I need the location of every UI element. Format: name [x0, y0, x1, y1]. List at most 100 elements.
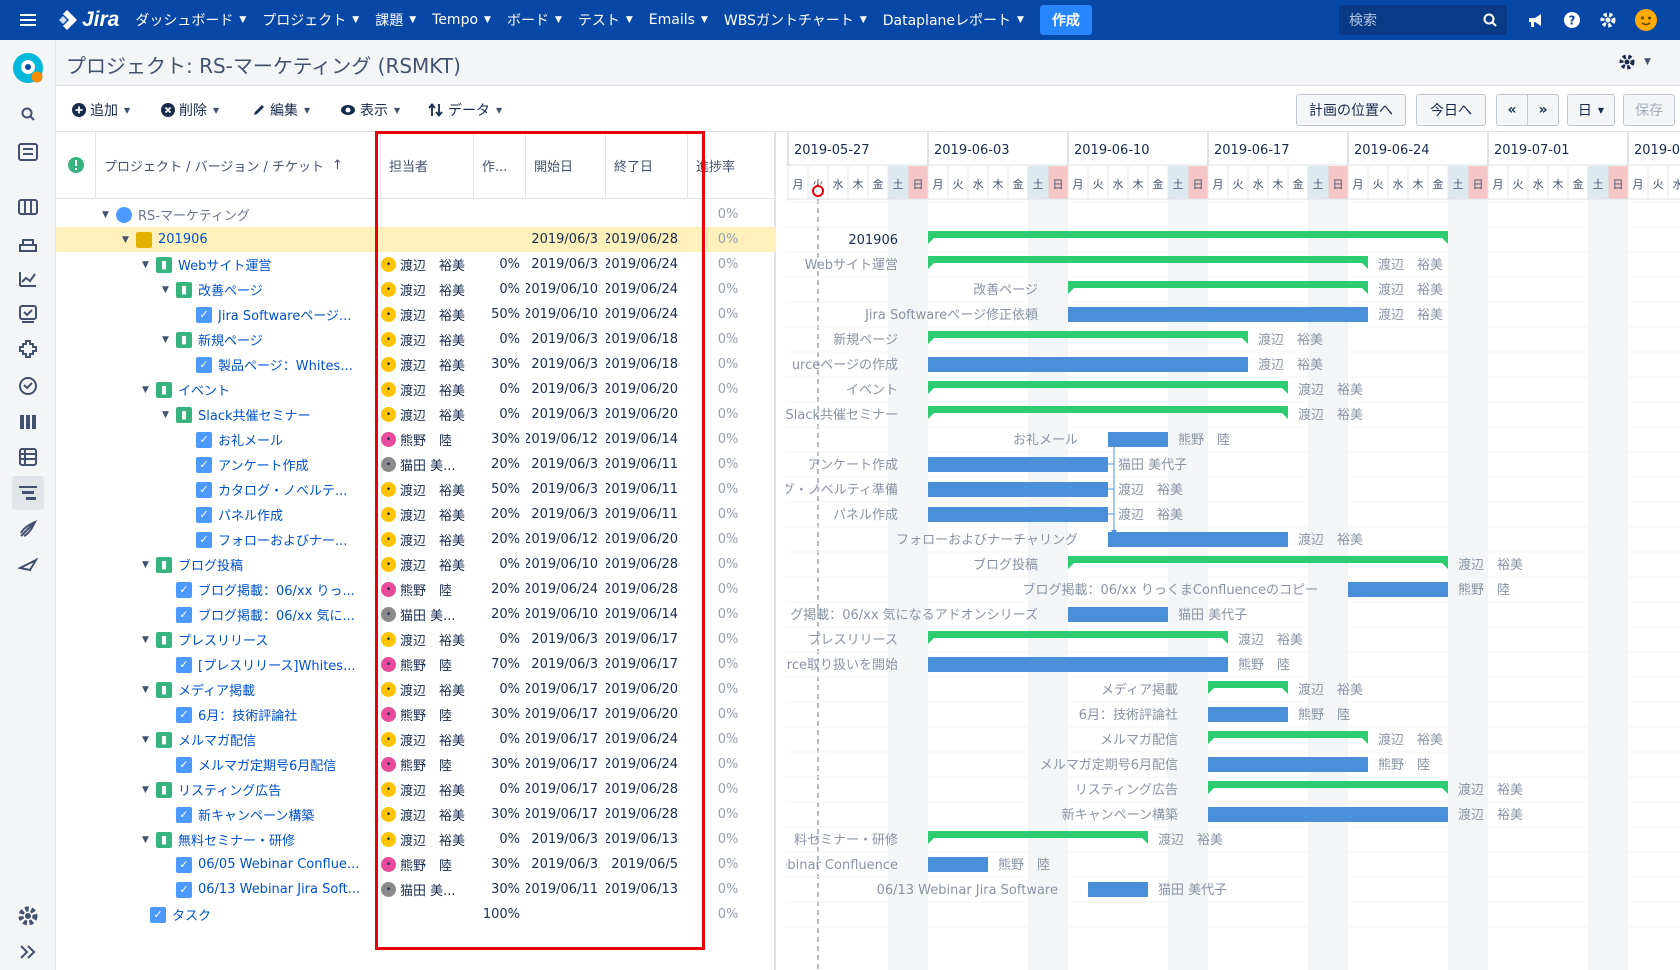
summary-bar[interactable] [1068, 281, 1368, 288]
assignee-cell[interactable]: • 渡辺 裕美 [381, 477, 472, 502]
work-cell[interactable]: 0% [474, 552, 526, 577]
start-date-cell[interactable]: 2019/06/3 [526, 627, 606, 652]
edit-menu-button[interactable]: 編集 ▼ [252, 98, 310, 122]
summary-bar[interactable] [928, 331, 1248, 338]
task-bar[interactable] [1068, 607, 1168, 622]
progress-cell[interactable]: 0% [688, 477, 768, 502]
grid-row[interactable]: ✓ フォローおよびナー... • 渡辺 裕美 20% 2019/06/12 2019/06/… [56, 527, 776, 552]
tempo-icon[interactable] [14, 372, 42, 400]
project-settings-icon[interactable] [14, 902, 42, 930]
grid-row[interactable]: ▼ ▮ メルマガ配信 • 渡辺 裕美 0% 2019/06/17 2019/06/24 0% [56, 727, 776, 752]
grid-row[interactable]: ▼ RS-マーケティング 0% [56, 202, 776, 227]
work-cell[interactable]: 0% [474, 627, 526, 652]
progress-cell[interactable]: 0% [688, 677, 768, 702]
work-cell[interactable]: 0% [474, 402, 526, 427]
progress-cell[interactable]: 0% [688, 552, 768, 577]
task-bar[interactable] [928, 357, 1248, 372]
backlog-icon[interactable] [14, 138, 42, 166]
view-menu-button[interactable]: 表示 ▼ [340, 98, 400, 122]
row-label[interactable]: イベント [178, 380, 230, 399]
end-date-cell[interactable]: 2019/06/14 [606, 427, 686, 452]
summary-bar[interactable] [1208, 681, 1288, 688]
start-date-cell[interactable]: 2019/06/3 [526, 352, 606, 377]
work-cell[interactable]: 0% [474, 252, 526, 277]
grid-row[interactable]: ✓ Jira Softwareページ... • 渡辺 裕美 50% 2019/06/10 2… [56, 302, 776, 327]
grid-row[interactable]: ✓ カタログ・ノベルテ... • 渡辺 裕美 50% 2019/06/3 2019/06/1… [56, 477, 776, 502]
progress-cell[interactable]: 0% [688, 402, 768, 427]
assignee-cell[interactable]: • 渡辺 裕美 [381, 277, 472, 302]
end-date-cell[interactable]: 2019/06/17 [606, 627, 686, 652]
expand-toggle-icon[interactable]: ▼ [162, 335, 176, 345]
end-date-cell[interactable]: 2019/06/18 [606, 327, 686, 352]
task-bar[interactable] [928, 457, 1108, 472]
grid-row[interactable]: ✓ ブログ掲載：06/xx 気に... • 猫田 美... 20% 2019/06/10 2… [56, 602, 776, 627]
assignee-cell[interactable]: • 渡辺 裕美 [381, 327, 472, 352]
work-cell[interactable]: 20% [474, 452, 526, 477]
work-cell[interactable]: 0% [474, 827, 526, 852]
nav-issues[interactable]: 課題 ▼ [367, 0, 424, 40]
work-cell[interactable]: 30% [474, 752, 526, 777]
nav-tempo[interactable]: Tempo ▼ [424, 0, 499, 40]
assignee-cell[interactable] [381, 202, 472, 227]
start-column-header[interactable]: 開始日 [526, 132, 606, 199]
save-button[interactable]: 保存 [1623, 94, 1675, 126]
row-label[interactable]: メルマガ定期号6月配信 [198, 755, 336, 774]
summary-bar[interactable] [928, 231, 1448, 238]
assignee-cell[interactable] [381, 227, 472, 252]
start-date-cell[interactable]: 2019/06/3 [526, 827, 606, 852]
assignee-cell[interactable]: • 渡辺 裕美 [381, 402, 472, 427]
progress-cell[interactable]: 0% [688, 377, 768, 402]
next-button[interactable]: » [1527, 94, 1559, 126]
task-bar[interactable] [1088, 882, 1148, 897]
jira-logo[interactable]: Jira [56, 8, 119, 32]
nav-projects[interactable]: プロジェクト ▼ [254, 0, 367, 40]
row-label[interactable]: Slack共催セミナー [198, 405, 311, 424]
expand-toggle-icon[interactable]: ▼ [142, 735, 156, 745]
work-cell[interactable]: 20% [474, 527, 526, 552]
work-cell[interactable]: 30% [474, 702, 526, 727]
grid-row[interactable]: ✓ [プレスリリース]Whites... • 熊野 陸 70% 2019/06/3 2019… [56, 652, 776, 677]
grid-row[interactable]: ▼ ▮ 新規ページ • 渡辺 裕美 0% 2019/06/3 2019/06/18 0% [56, 327, 776, 352]
row-label[interactable]: カタログ・ノベルテ... [218, 480, 347, 499]
columns-icon[interactable] [14, 408, 42, 436]
work-cell[interactable]: 20% [474, 577, 526, 602]
grid-row[interactable]: ✓ 06/13 Webinar Jira Soft... • 猫田 美... 30% 20… [56, 877, 776, 902]
grid-row[interactable]: ▼ ▮ Slack共催セミナー • 渡辺 裕美 0% 2019/06/3 2019/06/20… [56, 402, 776, 427]
work-cell[interactable] [474, 202, 526, 227]
summary-bar[interactable] [928, 381, 1288, 388]
summary-bar[interactable] [928, 256, 1368, 263]
summary-bar[interactable] [928, 406, 1288, 413]
assignee-cell[interactable]: • 渡辺 裕美 [381, 352, 472, 377]
start-date-cell[interactable]: 2019/06/17 [526, 727, 606, 752]
end-date-cell[interactable]: 2019/06/24 [606, 302, 686, 327]
nav-tests[interactable]: テスト ▼ [570, 0, 641, 40]
releases-icon[interactable] [14, 230, 42, 258]
progress-cell[interactable]: 0% [688, 277, 768, 302]
grid-row[interactable]: ▼ ▮ メディア掲載 • 渡辺 裕美 0% 2019/06/17 2019/06/20 0% [56, 677, 776, 702]
start-date-cell[interactable] [526, 902, 606, 927]
assignee-cell[interactable]: • 熊野 陸 [381, 702, 472, 727]
progress-cell[interactable]: 0% [688, 777, 768, 802]
expand-toggle-icon[interactable]: ▼ [142, 785, 156, 795]
row-label[interactable]: RS-マーケティング [138, 205, 250, 224]
work-cell[interactable]: 0% [474, 727, 526, 752]
work-cell[interactable]: 100% [474, 902, 526, 927]
data-menu-button[interactable]: データ ▼ [428, 98, 502, 122]
progress-cell[interactable]: 0% [688, 202, 768, 227]
nav-boards[interactable]: ボード ▼ [499, 0, 570, 40]
assignee-cell[interactable]: • 渡辺 裕美 [381, 777, 472, 802]
progress-cell[interactable]: 0% [688, 452, 768, 477]
row-label[interactable]: ブログ掲載：06/xx りっ... [198, 580, 355, 599]
row-label[interactable]: ブログ投稿 [178, 555, 243, 574]
end-date-cell[interactable]: 2019/06/28 [606, 227, 686, 252]
assignee-cell[interactable]: • 渡辺 裕美 [381, 552, 472, 577]
work-cell[interactable]: 0% [474, 277, 526, 302]
assignee-cell[interactable]: • 渡辺 裕美 [381, 302, 472, 327]
grid-row[interactable]: ✓ 6月：技術評論社 • 熊野 陸 30% 2019/06/17 2019/06/20 0% [56, 702, 776, 727]
start-date-cell[interactable]: 2019/06/17 [526, 777, 606, 802]
summary-bar[interactable] [928, 831, 1148, 838]
grid-row[interactable]: ▼ ▮ イベント • 渡辺 裕美 0% 2019/06/3 2019/06/20 0% [56, 377, 776, 402]
grid-row[interactable]: ▼ ▮ 無料セミナー・研修 • 渡辺 裕美 0% 2019/06/3 2019/06/13 0% [56, 827, 776, 852]
assignee-cell[interactable]: • 渡辺 裕美 [381, 627, 472, 652]
progress-cell[interactable]: 0% [688, 752, 768, 777]
